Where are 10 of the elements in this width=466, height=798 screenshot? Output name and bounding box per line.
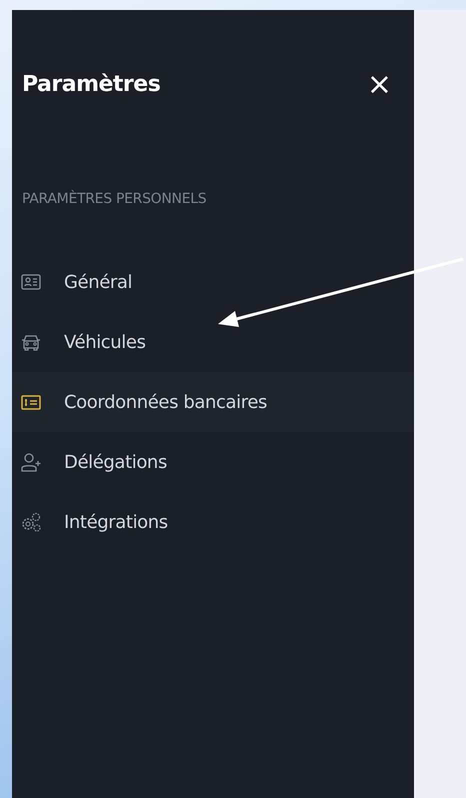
menu-item[interactable]: Intégrations <box>12 492 414 552</box>
menu-item[interactable]: Coordonnées bancaires <box>12 372 414 432</box>
panel-title: Paramètres <box>22 71 160 99</box>
menu-item[interactable]: Véhicules <box>12 312 414 372</box>
menu-item[interactable]: Délégations <box>12 432 414 492</box>
gears-icon <box>20 511 42 533</box>
close-button[interactable]: × <box>362 70 396 100</box>
section-heading: PARAMÈTRES PERSONNELS <box>22 189 206 209</box>
menu-item[interactable]: Général <box>12 252 414 312</box>
user-plus-icon <box>20 451 42 473</box>
